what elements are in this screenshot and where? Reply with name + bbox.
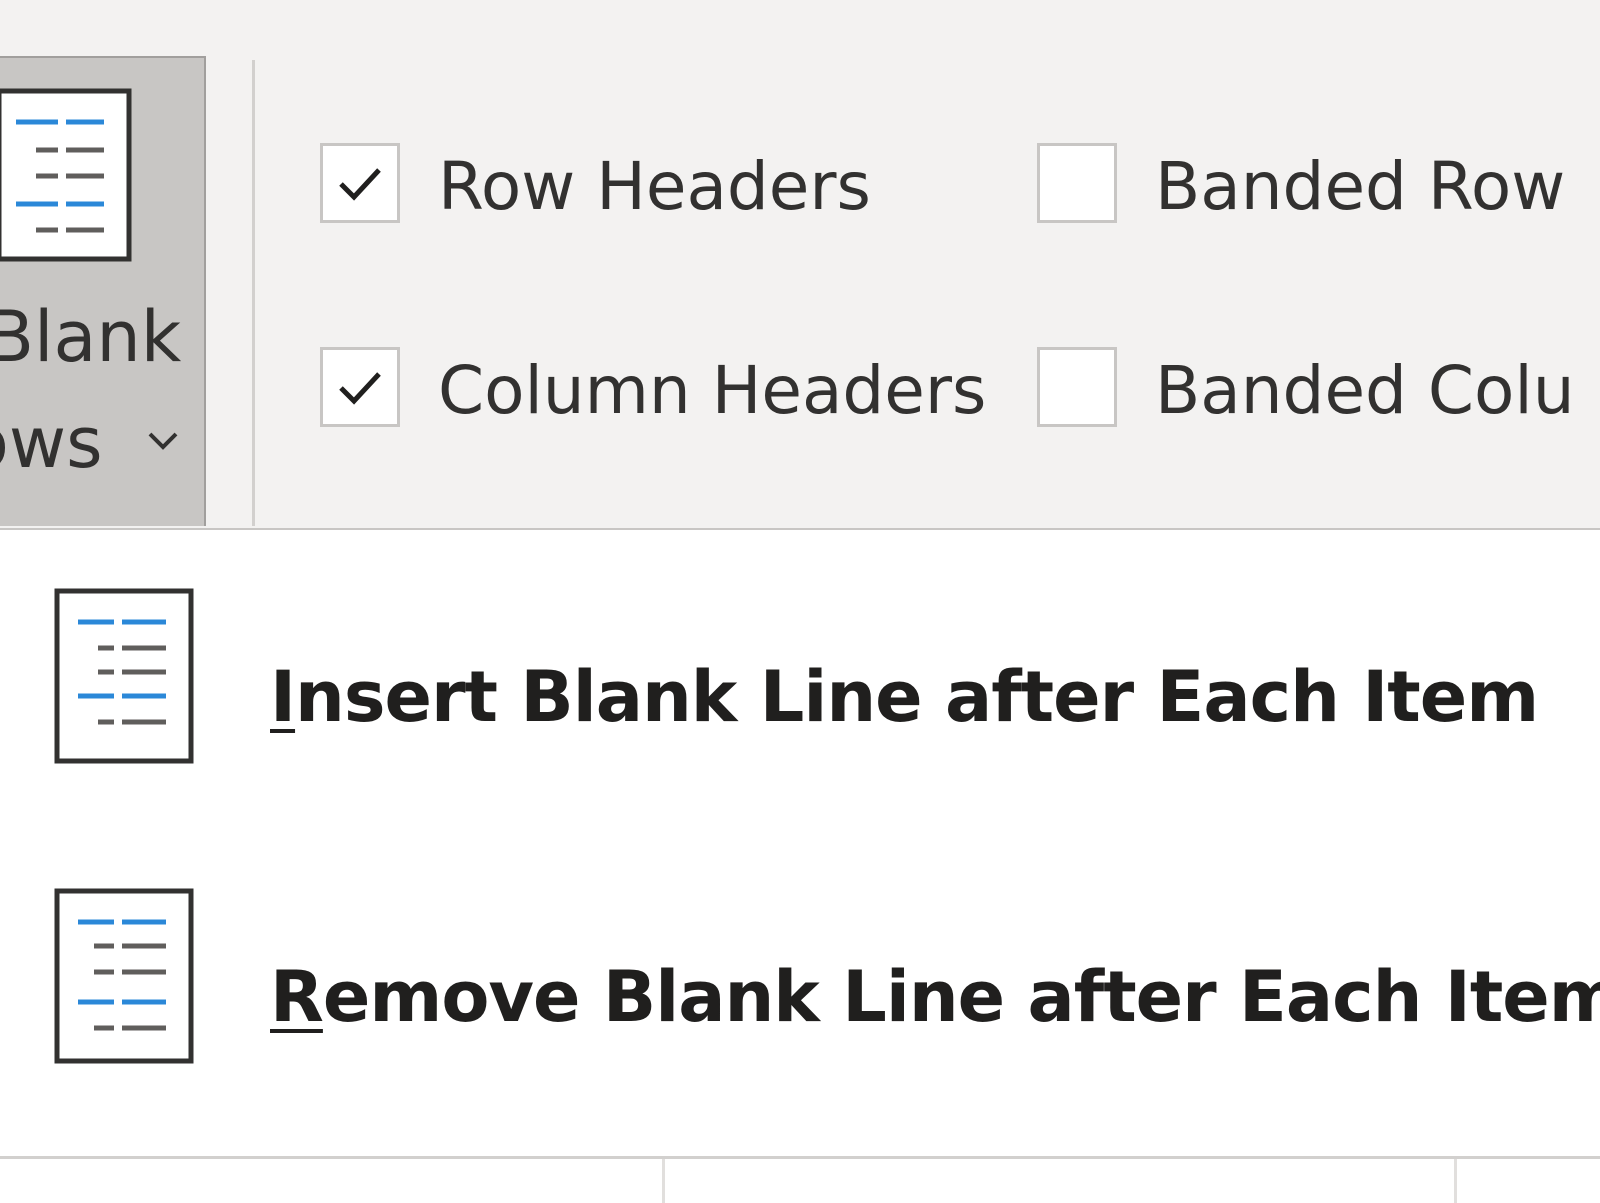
remove-blank-line-label: Remove Blank Line after Each Item [270,962,1600,1032]
worksheet-grid-edge [0,1156,1600,1203]
column-headers-label: Column Headers [438,352,987,429]
remove-blank-line-menu-item[interactable]: Remove Blank Line after Each Item [0,830,1600,1130]
banded-rows-checkbox[interactable] [1037,143,1117,223]
checkmark-icon [339,372,381,405]
remove-blank-line-icon [54,888,194,1064]
banded-rows-label: Banded Row [1155,148,1566,225]
row-headers-checkbox[interactable] [320,143,400,223]
pivot-table-design-ribbon: Blank ows Row Headers Column Headers Ban… [0,0,1600,530]
mnemonic-letter: I [270,656,296,738]
group-separator [252,60,255,526]
column-divider [662,1159,665,1203]
mnemonic-letter: R [270,956,324,1038]
menu-item-text: nsert Blank Line after Each Item [295,656,1539,738]
insert-blank-line-label: Insert Blank Line after Each Item [270,662,1539,732]
chevron-down-icon [148,432,178,450]
column-headers-checkbox[interactable] [320,347,400,427]
checkmark-icon [339,168,381,201]
row-headers-label: Row Headers [438,148,871,225]
blank-rows-label: Blank ows [0,58,204,526]
blank-rows-label-line1: Blank [0,296,182,378]
banded-columns-checkbox[interactable] [1037,347,1117,427]
blank-rows-label-line2: ows [0,402,103,484]
insert-blank-line-icon [54,588,194,764]
insert-blank-line-menu-item[interactable]: Insert Blank Line after Each Item [0,530,1600,830]
blank-rows-button[interactable]: Blank ows [0,56,206,526]
blank-rows-menu: Insert Blank Line after Each Item Remove… [0,530,1600,1158]
banded-columns-label: Banded Colu [1155,352,1575,429]
menu-item-text: emove Blank Line after Each Item [322,956,1600,1038]
column-divider [1454,1159,1457,1203]
